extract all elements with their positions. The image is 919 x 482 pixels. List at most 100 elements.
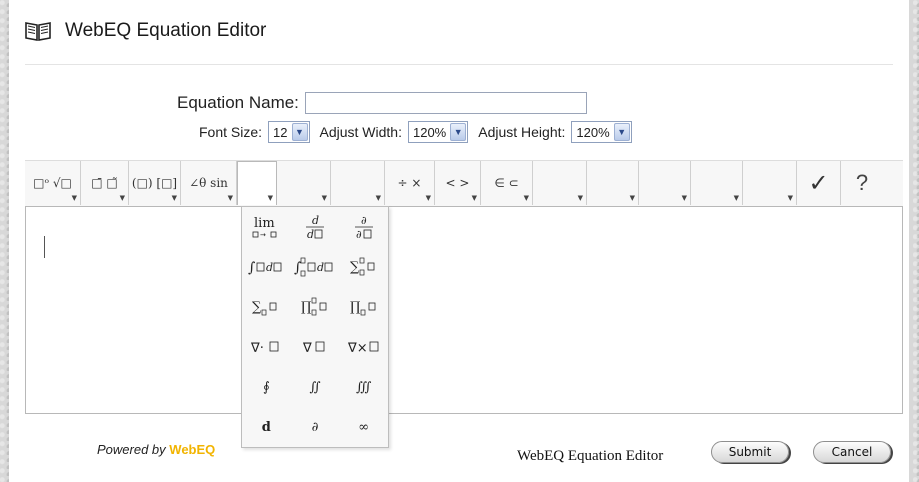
element-subset-icon: ∈ ⊂ — [494, 176, 519, 190]
submit-button[interactable]: Submit — [711, 441, 789, 463]
gradient-symbol[interactable]: ∇ — [291, 327, 340, 367]
svg-text:∂: ∂ — [361, 214, 367, 227]
equation-toolbar: □ᵒ √□ ▼ □̄ □̃ ▼ (□) [□] ▼ ∠θ sin ▼ ▼ ▼ ▼… — [25, 160, 903, 208]
svg-text:∑: ∑ — [350, 260, 360, 275]
toolbar-scripts-button[interactable]: □ᵒ √□ ▼ — [25, 161, 81, 205]
equation-editor-area[interactable] — [25, 206, 903, 414]
powered-by: Powered by WebEQ — [97, 442, 215, 457]
equation-name-input[interactable] — [304, 92, 587, 114]
svg-text:→: → — [260, 231, 266, 239]
book-icon — [25, 22, 51, 41]
double-integral-symbol[interactable]: ∬ — [291, 367, 340, 407]
toolbar-blank-button[interactable]: ▼ — [691, 161, 743, 205]
font-size-label: Font Size: — [199, 124, 263, 140]
adjust-width-value: 120% — [412, 124, 447, 140]
svg-text:d: d — [266, 261, 273, 274]
curl-icon: ∇× — [347, 341, 379, 356]
toolbar-blank-button[interactable]: ▼ — [587, 161, 639, 205]
divergence-icon: ∇· — [250, 341, 279, 356]
equation-name-row: Equation Name: — [177, 92, 587, 114]
infinity-symbol[interactable]: ∞ — [339, 407, 388, 447]
dropdown-arrow-icon: ▼ — [321, 194, 327, 202]
adjust-width-select[interactable]: 120% ▼ — [407, 121, 469, 143]
limit-icon: lim → — [252, 216, 277, 239]
checkmark-icon: ✓ — [808, 169, 829, 197]
chevron-down-icon[interactable]: ▼ — [613, 123, 630, 141]
font-size-select[interactable]: 12 ▼ — [268, 121, 310, 143]
powered-by-label: Powered by — [97, 442, 166, 457]
svg-text:d: d — [312, 214, 319, 227]
toolbar-operators-button[interactable]: ÷ × ▼ — [385, 161, 435, 205]
cancel-button[interactable]: Cancel — [813, 441, 891, 463]
divergence-symbol[interactable]: ∇· — [242, 327, 291, 367]
editor-panel: WebEQ Equation Editor Equation Name: Fon… — [9, 0, 909, 482]
font-size-value: 12 — [273, 124, 288, 140]
dropdown-arrow-icon: ▼ — [375, 194, 381, 202]
product-limits-symbol[interactable]: ∏ — [291, 287, 340, 327]
chevron-down-icon[interactable]: ▼ — [450, 123, 467, 141]
svg-text:∫: ∫ — [294, 260, 301, 276]
divider — [25, 64, 893, 65]
contour-integral-symbol[interactable]: ∮ — [242, 367, 291, 407]
equation-name-label: Equation Name: — [177, 93, 299, 112]
chevron-down-icon[interactable]: ▼ — [291, 123, 308, 141]
options-row: Font Size: 12 ▼ Adjust Width: 120% ▼ Adj… — [199, 121, 642, 143]
dropdown-arrow-icon: ▼ — [267, 194, 273, 202]
check-button[interactable]: ✓ — [797, 161, 841, 205]
partial-symbol[interactable]: ∂ — [291, 407, 340, 447]
scripts-radicals-icon: □ᵒ √□ — [33, 176, 72, 190]
dropdown-arrow-icon: ▼ — [471, 194, 477, 202]
partial-derivative-icon: ∂ ∂ — [354, 214, 373, 241]
toolbar-accents-button[interactable]: □̄ □̃ ▼ — [81, 161, 129, 205]
product-icon: ∏ — [301, 297, 327, 316]
dropdown-arrow-icon: ▼ — [171, 194, 177, 202]
limit-symbol[interactable]: lim → — [242, 207, 291, 247]
integral-symbol[interactable]: ∫ d — [242, 247, 291, 287]
dropdown-arrow-icon: ▼ — [577, 194, 583, 202]
toolbar-blank-button[interactable]: ▼ — [533, 161, 587, 205]
toolbar-blank-button[interactable]: ▼ — [331, 161, 385, 205]
partial-derivative-symbol[interactable]: ∂ ∂ — [339, 207, 388, 247]
differential-d-symbol[interactable]: d — [242, 407, 291, 447]
adjust-height-select[interactable]: 120% ▼ — [571, 121, 632, 143]
svg-text:∇·: ∇· — [250, 341, 264, 356]
less-greater-icon: < > — [445, 176, 470, 190]
svg-text:lim: lim — [254, 216, 275, 231]
toolbar-blank-button[interactable]: ▼ — [277, 161, 331, 205]
question-mark-icon: ? — [855, 170, 869, 195]
footer-title: WebEQ Equation Editor — [517, 448, 664, 464]
product-symbol[interactable]: ∏ — [339, 287, 388, 327]
svg-text:∂: ∂ — [356, 228, 362, 241]
curl-symbol[interactable]: ∇× — [339, 327, 388, 367]
dropdown-arrow-icon: ▼ — [787, 194, 793, 202]
toolbar-sets-button[interactable]: ∈ ⊂ ▼ — [481, 161, 533, 205]
svg-text:∏: ∏ — [350, 300, 360, 315]
toolbar-geometry-button[interactable]: ∠θ sin ▼ — [181, 161, 237, 205]
dropdown-arrow-icon: ▼ — [523, 194, 529, 202]
product-icon: ∏ — [350, 300, 376, 316]
toolbar-relations-button[interactable]: < > ▼ — [435, 161, 481, 205]
svg-text:∇: ∇ — [302, 341, 312, 356]
summation-icon: ∑ — [350, 257, 375, 276]
toolbar-fences-button[interactable]: (□) [□] ▼ — [129, 161, 181, 205]
toolbar-calculus-button[interactable]: ▼ — [237, 161, 277, 205]
calculus-palette: lim → d d ∂ ∂ ∫ d ∫ d ∑ ∑ ∏ ∏ ∇· ∇ ∇× ∮ … — [241, 206, 389, 448]
title-bar: WebEQ Equation Editor — [25, 18, 266, 44]
derivative-symbol[interactable]: d d — [291, 207, 340, 247]
accents-icon: □̄ □̃ — [91, 176, 118, 190]
svg-text:∇×: ∇× — [347, 341, 368, 356]
definite-integral-symbol[interactable]: ∫ d — [291, 247, 340, 287]
summation-limits-symbol[interactable]: ∑ — [339, 247, 388, 287]
webeq-logo: WebEQ — [169, 442, 216, 457]
help-button[interactable]: ? — [841, 161, 883, 205]
dropdown-arrow-icon: ▼ — [629, 194, 635, 202]
svg-text:∫: ∫ — [248, 260, 255, 276]
triple-integral-symbol[interactable]: ∭ — [339, 367, 388, 407]
dropdown-arrow-icon: ▼ — [119, 194, 125, 202]
summation-icon: ∑ — [252, 300, 277, 316]
summation-symbol[interactable]: ∑ — [242, 287, 291, 327]
toolbar-blank-button[interactable]: ▼ — [743, 161, 797, 205]
svg-text:∏: ∏ — [301, 300, 311, 315]
toolbar-blank-button[interactable]: ▼ — [639, 161, 691, 205]
dropdown-arrow-icon: ▼ — [681, 194, 687, 202]
